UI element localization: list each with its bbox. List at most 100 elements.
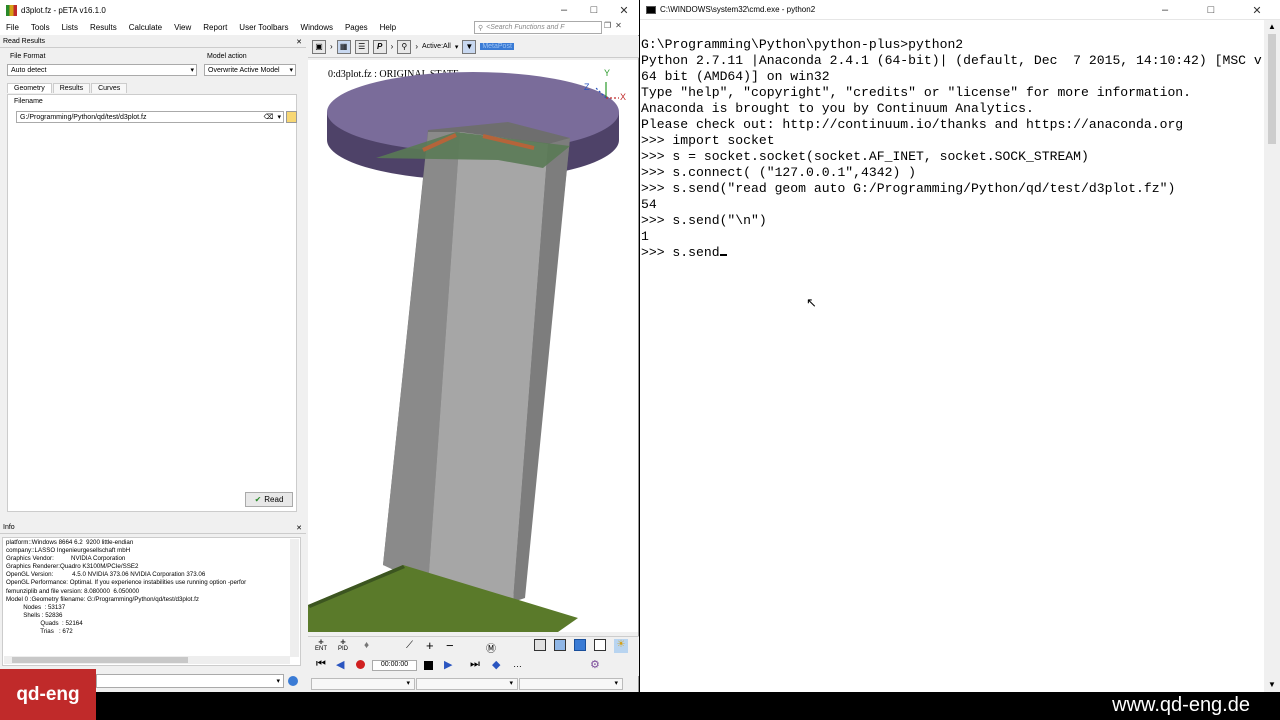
tab-geometry[interactable]: Geometry [7,83,52,93]
minimize-button[interactable]: – [1142,0,1188,20]
tab-curves[interactable]: Curves [91,83,128,93]
console-line: >>> s.send("read geom auto G:/Programmin… [641,181,1176,196]
read-results-panel: Read Results ✕ File Format Auto detect ▾… [0,36,306,514]
info-panel: Info ✕ platform::Windows 8664 6.2 9200 l… [0,522,306,670]
list-icon[interactable]: ☰ [354,39,369,54]
file-format-label: File Format [10,53,46,60]
console-line: 54 [641,197,657,212]
menu-view[interactable]: View [174,23,191,32]
ent-label: ENT [315,646,327,652]
view-icon[interactable]: ▦ [336,39,351,54]
info-log-line: Shells : 52836 [6,611,63,619]
ent-button[interactable]: ✙ ENT [312,639,330,655]
read-button[interactable]: ✔ Read [245,492,293,507]
close-icon[interactable]: ✕ [615,21,622,30]
chevron-down-icon: ▾ [289,67,293,74]
search-functions-input[interactable]: ⚲ <Search Functions and F [474,21,602,34]
menu-results[interactable]: Results [90,23,117,32]
cube-wire-icon[interactable] [594,639,606,651]
step-icon[interactable]: ◆ [492,658,500,671]
axis-y-label: Y [604,68,611,78]
active-filter-label[interactable]: Active:All [422,43,451,50]
scroll-down-icon[interactable]: ▼ [1268,680,1276,689]
tab-results[interactable]: Results [52,83,91,93]
chevron-right-icon: › [390,42,394,51]
filter-icon[interactable]: ▼ [462,39,477,54]
play-backward-icon[interactable]: ◀ [336,658,344,671]
menu-file[interactable]: File [6,23,19,32]
file-format-select[interactable]: Auto detect ▾ [7,64,197,76]
read-results-tabs: Geometry Results Curves [7,83,128,93]
menu-pages[interactable]: Pages [345,23,368,32]
menu-help[interactable]: Help [380,23,396,32]
menu-lists[interactable]: Lists [62,23,78,32]
info-scrollbar-horizontal[interactable] [4,656,290,664]
text-cursor [719,254,727,256]
model-action-select[interactable]: Overwrite Active Model ▾ [204,64,296,76]
cube-shaded-icon[interactable] [554,639,566,651]
peta-window-title: d3plot.fz - pETA v16.1.0 [21,5,106,15]
chevron-down-icon[interactable]: ▾ [277,113,281,121]
menu-user-toolbars[interactable]: User Toolbars [239,23,288,32]
scroll-up-icon[interactable]: ▲ [1268,22,1276,31]
maximize-button[interactable]: □ [1188,0,1234,20]
cmd-window: C:\WINDOWS\system32\cmd.exe - python2 – … [640,0,1280,692]
scrollbar-thumb[interactable] [1268,34,1276,144]
last-frame-icon[interactable]: ⏭ [470,658,480,671]
camera-icon[interactable]: ▣ [312,39,326,54]
selection-field[interactable]: MetaPost [480,43,514,50]
menu-tools[interactable]: Tools [31,23,50,32]
filename-input[interactable]: G:/Programming/Python/qd/test/d3plot.fz … [16,111,284,123]
folder-icon[interactable] [286,111,297,123]
settings-icon[interactable]: ⚙ [590,658,600,671]
info-title: Info [3,524,15,531]
info-log: platform::Windows 8664 6.2 9200 little-e… [2,537,301,666]
peta-app-icon [6,4,17,16]
status-combo-2[interactable]: ▾ [416,678,518,690]
close-icon[interactable]: ✕ [296,524,302,532]
clear-icon[interactable]: ⌫ [264,113,274,121]
menu-report[interactable]: Report [203,23,227,32]
chevron-down-icon: ▾ [454,43,459,51]
console-line: 64 bit (AMD64)] on win32 [641,69,830,84]
play-forward-icon[interactable]: ▶ [444,658,452,671]
3d-viewport[interactable]: 0:d3plot.fz : ORIGINAL STATE Y Z X [308,60,638,632]
command-input[interactable]: ▾ [96,674,284,688]
light-icon[interactable]: ☀ [614,639,628,653]
info-log-line: Quads : 52164 [6,619,83,627]
more-icon[interactable]: … [513,659,522,669]
stop-icon[interactable] [424,661,433,670]
add-icon[interactable]: + [426,638,434,653]
help-icon[interactable] [288,676,298,686]
close-button[interactable]: ✕ [1234,0,1280,20]
close-button[interactable]: ✕ [609,0,639,20]
info-scrollbar-vertical[interactable] [290,539,299,657]
zoom-icon[interactable]: ⚲ [397,39,412,54]
first-frame-icon[interactable]: ⏮ [316,658,326,671]
postscript-icon[interactable]: P [372,39,387,54]
scrollbar-thumb[interactable] [12,657,188,663]
cmd-window-title: C:\WINDOWS\system32\cmd.exe - python2 [660,5,816,14]
info-log-line: Graphics Vendor: NVIDIA Corporation [6,555,126,563]
pid-button[interactable]: ✙ PID [334,639,352,655]
eraser-icon[interactable]: ♦ [364,640,369,651]
record-icon[interactable] [356,660,365,669]
minimize-button[interactable]: – [549,0,579,20]
chevron-down-icon: ▾ [276,678,280,685]
menu-windows[interactable]: Windows [301,23,333,32]
menu-calculate[interactable]: Calculate [129,23,162,32]
restore-icon[interactable]: ❐ [604,21,611,30]
console-output[interactable]: G:\Programming\Python\python-plus>python… [641,37,1280,687]
console-line: Anaconda is brought to you by Continuum … [641,101,1034,116]
maximize-button[interactable]: □ [579,0,609,20]
status-combo-1[interactable]: ▾ [311,678,415,690]
status-combo-3[interactable]: ▾ [519,678,623,690]
line-tool-icon[interactable]: ⟋ [406,640,413,651]
time-field[interactable]: 00:00:00 [372,660,417,671]
console-scrollbar[interactable]: ▲ ▼ [1264,20,1280,692]
close-icon[interactable]: ✕ [296,38,302,46]
info-tool-icon[interactable]: Ⓜ [486,640,496,655]
cube-blue-icon[interactable] [574,639,586,651]
remove-icon[interactable]: − [446,638,454,653]
cube-view-icon[interactable] [534,639,546,651]
